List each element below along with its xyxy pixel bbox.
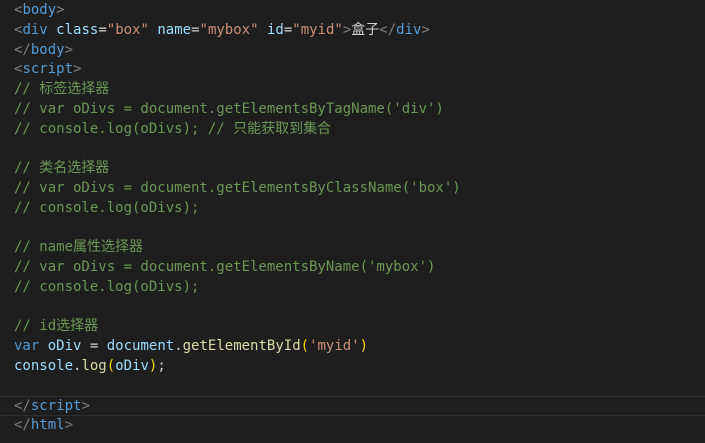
paren-close: )	[359, 337, 369, 354]
attr-name: id	[266, 21, 284, 38]
attr-value: "myid"	[292, 21, 343, 38]
tag-name: script	[22, 61, 74, 78]
attr-value: "box"	[106, 21, 149, 38]
dot: .	[174, 337, 183, 354]
tag-close-bracket: >	[73, 61, 82, 78]
code-line-21[interactable]: </script>	[0, 396, 705, 416]
attr-name: class	[56, 21, 99, 38]
keyword-var: var	[14, 337, 40, 354]
tag-open-bracket: </	[14, 41, 31, 58]
method-name: getElementById	[182, 337, 301, 354]
code-comment: // console.log(oDivs); // 只能获取到集合	[14, 120, 332, 137]
attr-value: "mybox"	[199, 21, 259, 38]
end-tag-close-bracket: >	[421, 21, 430, 38]
attr-equals: =	[283, 21, 293, 38]
code-comment: // console.log(oDivs);	[14, 199, 200, 216]
code-line-17[interactable]: // id选择器	[0, 317, 705, 337]
code-line-6[interactable]: // var oDivs = document.getElementsByTag…	[0, 100, 705, 120]
tag-name: body	[22, 2, 57, 18]
code-line-20[interactable]	[0, 376, 705, 396]
tag-open-bracket: </	[14, 416, 31, 433]
code-line-19[interactable]: console.log(oDiv);	[0, 357, 705, 377]
assign-operator: =	[81, 337, 107, 354]
tag-name: div	[22, 21, 48, 38]
code-line-12[interactable]	[0, 218, 705, 238]
object-name: document	[106, 337, 175, 354]
code-comment: // var oDivs = document.getElementsByNam…	[14, 258, 436, 275]
tag-close-bracket: >	[64, 41, 74, 58]
string-arg: 'myid'	[309, 337, 360, 354]
code-line-7[interactable]: // console.log(oDivs); // 只能获取到集合	[0, 120, 705, 140]
object-name: console	[14, 357, 74, 374]
code-line-2[interactable]: <div class="box" name="mybox" id="myid">…	[0, 21, 705, 41]
code-comment: // var oDivs = document.getElementsByCla…	[14, 179, 461, 196]
code-line-15[interactable]: // console.log(oDivs);	[0, 278, 705, 298]
arg-variable: oDiv	[115, 357, 149, 374]
attr-equals: =	[98, 21, 107, 38]
code-comment: // 标签选择器	[14, 81, 110, 97]
code-line-22[interactable]: </html>	[0, 416, 705, 436]
end-tag-open-bracket: </	[379, 21, 397, 38]
code-line-13[interactable]: // name属性选择器	[0, 238, 705, 258]
code-editor[interactable]: <body> <div class="box" name="mybox" id=…	[0, 0, 705, 443]
code-line-8[interactable]	[0, 139, 705, 159]
tag-name: body	[30, 41, 65, 58]
code-comment: // 类名选择器	[14, 160, 110, 176]
tag-close-bracket: >	[56, 2, 65, 18]
attr-name: name	[157, 21, 192, 38]
code-comment: // var oDivs = document.getElementsByTag…	[14, 100, 444, 117]
code-line-5[interactable]: // 标签选择器	[0, 80, 705, 100]
paren-open: (	[106, 357, 116, 374]
tag-close-bracket: >	[81, 398, 90, 414]
code-line-1[interactable]: <body>	[0, 1, 705, 21]
semicolon: ;	[157, 357, 166, 374]
code-line-9[interactable]: // 类名选择器	[0, 159, 705, 179]
method-name: log	[81, 357, 107, 374]
tag-name: html	[30, 416, 65, 433]
tag-close-bracket: >	[64, 416, 74, 433]
code-line-14[interactable]: // var oDivs = document.getElementsByNam…	[0, 258, 705, 278]
variable-name: oDiv	[47, 337, 82, 354]
code-line-18[interactable]: var oDiv = document.getElementById('myid…	[0, 337, 705, 357]
element-text: 盒子	[351, 21, 380, 38]
code-line-3[interactable]: </body>	[0, 41, 705, 61]
tag-open-bracket: </	[14, 398, 31, 414]
paren-open: (	[300, 337, 310, 354]
code-comment: // name属性选择器	[14, 239, 144, 255]
code-comment: // id选择器	[14, 318, 99, 334]
end-tag-name: div	[396, 21, 422, 38]
code-comment: // console.log(oDivs);	[14, 278, 200, 295]
attr-equals: =	[191, 21, 200, 38]
tag-name: script	[30, 398, 82, 414]
code-line-4[interactable]: <script>	[0, 60, 705, 80]
code-line-11[interactable]: // console.log(oDivs);	[0, 199, 705, 219]
code-line-16[interactable]	[0, 297, 705, 317]
code-line-10[interactable]: // var oDivs = document.getElementsByCla…	[0, 179, 705, 199]
